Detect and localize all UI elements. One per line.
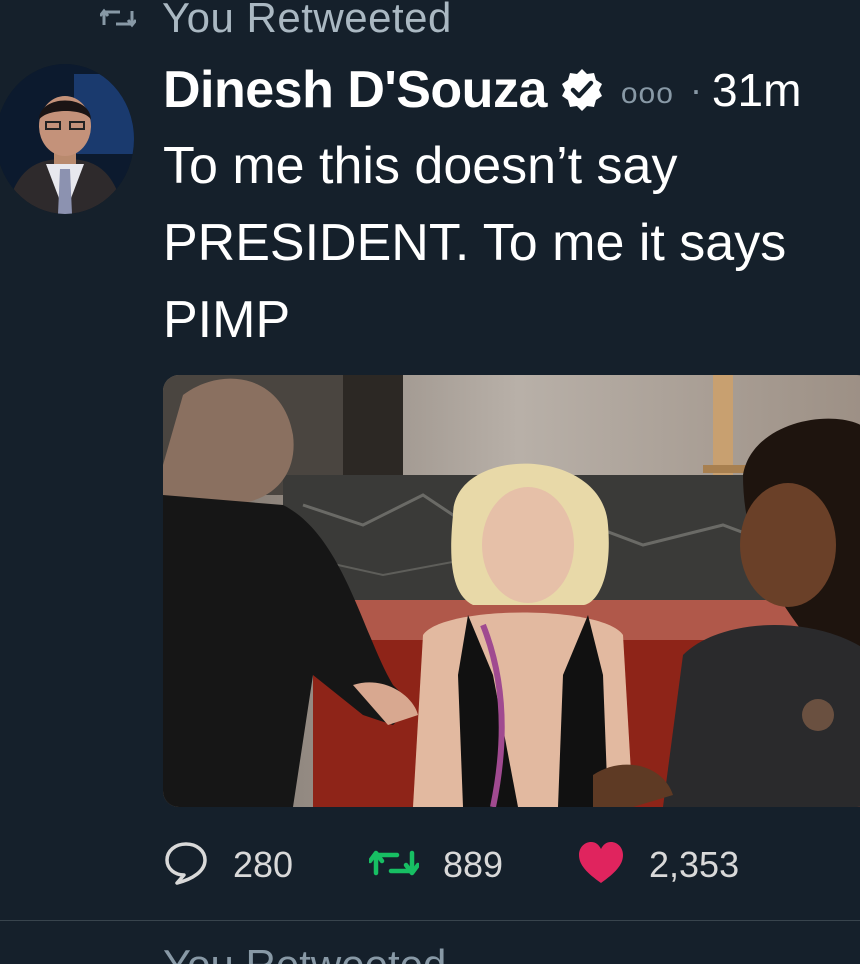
like-button[interactable]: 2,353	[577, 841, 739, 890]
retweet-context: You Retweeted	[100, 0, 452, 44]
retweet-button[interactable]: 889	[367, 844, 577, 886]
tweet-divider	[0, 920, 860, 921]
more-options-icon[interactable]: ooo	[621, 77, 674, 111]
retweet-count: 889	[443, 844, 504, 885]
reply-icon	[163, 841, 209, 890]
heart-icon	[577, 841, 625, 890]
tweet-timestamp[interactable]: 31m	[712, 63, 801, 117]
tweet-header: Dinesh D'Souza ooo · 31m	[163, 58, 801, 122]
retweet-context-label: You Retweeted	[162, 0, 452, 41]
author-name[interactable]: Dinesh D'Souza	[163, 60, 547, 120]
reply-button[interactable]: 280	[163, 841, 369, 890]
tweet-text-line: To me this doesn’t say	[163, 137, 678, 195]
tweet-actions: 280 889 2,353	[163, 840, 739, 890]
tweet-text: To me this doesn’t say PRESIDENT. To me …	[163, 128, 860, 359]
like-count: 2,353	[649, 844, 740, 885]
tweet-text-line: PIMP	[163, 291, 291, 349]
retweet-icon	[100, 5, 136, 31]
retweet-icon	[367, 845, 421, 886]
header-separator: ·	[689, 69, 702, 110]
reply-count: 280	[233, 844, 294, 885]
verified-badge-icon	[559, 67, 605, 113]
tweet-text-line: PRESIDENT. To me it says	[163, 214, 787, 272]
next-retweet-context-label: You Retweeted	[163, 944, 446, 964]
tweet-media-photo[interactable]	[163, 375, 860, 807]
author-avatar[interactable]	[0, 64, 134, 214]
